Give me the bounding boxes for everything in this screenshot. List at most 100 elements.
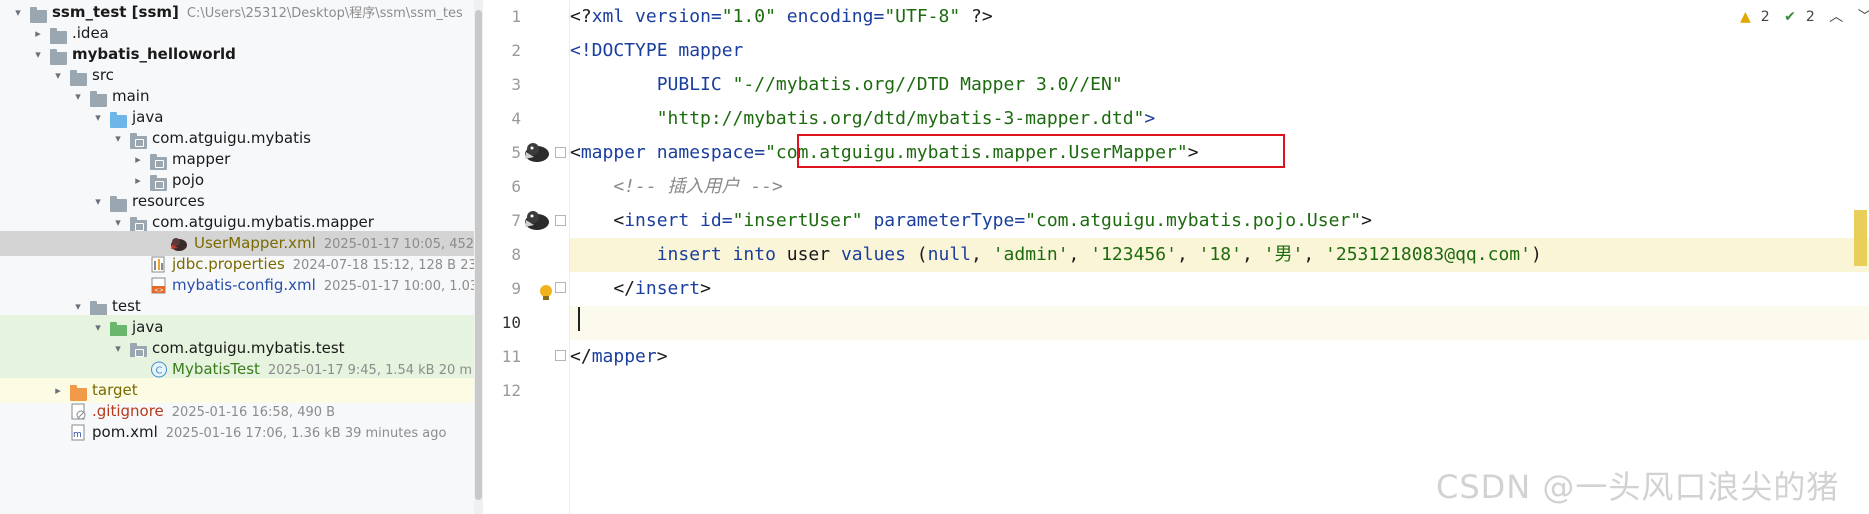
code-token: > xyxy=(700,278,711,299)
code-line[interactable]: "http://mybatis.org/dtd/mybatis-3-mapper… xyxy=(570,102,1869,136)
code-line[interactable]: <!-- 插入用户 --> xyxy=(570,170,1869,204)
code-token: ?> xyxy=(960,6,993,27)
code-token: <? xyxy=(570,6,592,27)
code-token: version= xyxy=(635,6,722,27)
package-icon xyxy=(130,130,148,149)
code-token: null xyxy=(927,244,971,265)
folder-icon xyxy=(50,25,68,44)
code-token: "1.0" xyxy=(721,6,776,27)
lightbulb-icon[interactable] xyxy=(537,283,555,303)
line-number: 10 xyxy=(501,313,521,332)
fold-marker-icon[interactable] xyxy=(555,350,566,361)
scrollbar-thumb[interactable] xyxy=(475,10,482,500)
code-token: , xyxy=(1176,244,1199,265)
line-number: 12 xyxy=(501,381,521,400)
tree-label: pom.xml 2025-01-16 17:06, 1.36 kB 39 minu… xyxy=(92,423,447,441)
line-number: 11 xyxy=(501,347,521,366)
line-number: 5 xyxy=(511,143,521,162)
code-line[interactable]: insert into user values (null, 'admin', … xyxy=(570,238,1869,272)
code-token: , xyxy=(1068,244,1091,265)
project-tool-window: ▾ ssm_test [ssm] C:\Users\25312\Desktop\程… xyxy=(0,0,483,514)
code-token: insert into xyxy=(656,244,787,265)
code-line[interactable]: <insert id="insertUser" parameterType="c… xyxy=(570,204,1869,238)
maven-file-icon: m xyxy=(70,424,88,441)
line-number: 2 xyxy=(511,41,521,60)
code-token: , xyxy=(1241,244,1264,265)
code-line[interactable] xyxy=(570,374,1869,408)
svg-text:<>: <> xyxy=(154,287,164,294)
code-line[interactable]: <?xml version="1.0" encoding="UTF-8" ?> xyxy=(570,0,1869,34)
typo-count: 2 xyxy=(1805,9,1815,25)
line-number: 1 xyxy=(511,7,521,26)
code-token: , xyxy=(1303,244,1326,265)
mybatis-bird-icon[interactable] xyxy=(523,209,551,231)
editor-gutter: 1 2 3 4 5 6 7 8 9 10 11 12 xyxy=(483,0,570,514)
warning-icon: ▲ xyxy=(1740,9,1751,25)
code-token: parameterType= xyxy=(862,210,1026,231)
code-line[interactable]: <!DOCTYPE mapper xyxy=(570,34,1869,68)
code-token: 'admin' xyxy=(992,244,1069,265)
code-token: xml xyxy=(591,6,636,27)
folder-icon xyxy=(70,67,88,86)
svg-text:m: m xyxy=(73,430,82,440)
resources-folder-icon xyxy=(110,193,128,212)
folder-icon xyxy=(30,4,48,23)
line-number: 8 xyxy=(511,245,521,264)
namespace-highlight-box xyxy=(797,134,1285,168)
package-icon xyxy=(130,214,148,233)
code-editor[interactable]: <?xml version="1.0" encoding="UTF-8" ?> … xyxy=(570,0,1869,514)
java-class-icon: C xyxy=(150,361,168,378)
project-scrollbar[interactable] xyxy=(474,0,483,514)
gitignore-file-icon xyxy=(70,403,88,420)
code-token: insert xyxy=(624,210,701,231)
code-token: <!DOCTYPE mapper xyxy=(570,40,744,61)
chevron-up-icon[interactable]: ︿ xyxy=(1829,9,1843,25)
chevron-down-icon[interactable]: ﹀ xyxy=(1858,9,1869,25)
mybatis-bird-icon[interactable] xyxy=(523,141,551,163)
inspection-widget[interactable]: ▲ 2 ✔ 2 ︿ ﹀ xyxy=(1740,6,1869,28)
code-token: <!-- 插入用户 --> xyxy=(570,176,783,197)
package-icon xyxy=(130,340,148,359)
code-token: namespace= xyxy=(656,142,766,163)
package-icon xyxy=(150,172,168,191)
code-token: < xyxy=(570,210,625,231)
code-token: ) xyxy=(1530,244,1542,265)
code-line[interactable]: </insert> xyxy=(570,272,1869,306)
code-token: user xyxy=(786,244,841,265)
code-token: insert xyxy=(635,278,701,299)
code-token: "com.atguigu.mybatis.pojo.User" xyxy=(1025,210,1362,231)
code-token: id= xyxy=(700,210,733,231)
code-token: > xyxy=(656,346,668,367)
code-line[interactable]: </mapper> xyxy=(570,340,1869,374)
code-token: "insertUser" xyxy=(732,210,863,231)
code-token: mapper xyxy=(580,142,657,163)
fold-marker-icon[interactable] xyxy=(555,147,566,158)
code-line[interactable]: PUBLIC "-//mybatis.org//DTD Mapper 3.0//… xyxy=(570,68,1869,102)
code-token: "UTF-8" xyxy=(884,6,961,27)
code-token: > xyxy=(1361,210,1372,231)
text-caret xyxy=(578,307,580,331)
code-token: '123456' xyxy=(1090,244,1177,265)
warning-count: 2 xyxy=(1760,9,1770,25)
folder-icon xyxy=(90,298,108,317)
code-token: < xyxy=(570,142,581,163)
code-token: mapper xyxy=(591,346,657,367)
code-token: </ xyxy=(570,346,592,367)
module-folder-icon xyxy=(50,46,68,65)
fold-marker-icon[interactable] xyxy=(555,215,566,226)
code-token: ( xyxy=(916,244,928,265)
mybatis-bird-icon xyxy=(170,235,188,252)
code-token: > xyxy=(1144,108,1156,129)
folder-icon xyxy=(90,88,108,107)
code-line[interactable] xyxy=(570,306,1869,340)
fold-marker-icon[interactable] xyxy=(555,282,566,293)
tree-row-pom-xml[interactable]: m pom.xml 2025-01-16 17:06, 1.36 kB 39 mi… xyxy=(0,420,483,445)
code-token: '2531218083@qq.com' xyxy=(1325,244,1531,265)
code-token: encoding= xyxy=(775,6,885,27)
properties-file-icon xyxy=(150,256,168,273)
line-number: 4 xyxy=(511,109,521,128)
line-number: 6 xyxy=(511,177,521,196)
typo-check-icon: ✔ xyxy=(1784,9,1796,25)
line-number: 7 xyxy=(511,211,521,230)
